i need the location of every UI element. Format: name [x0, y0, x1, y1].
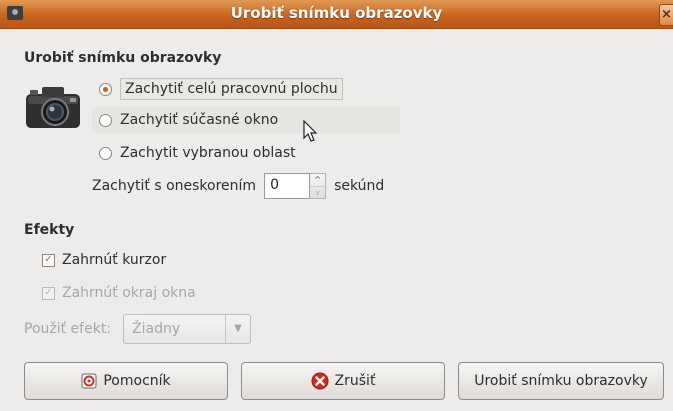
apply-effect-label: Použiť efekt:: [24, 321, 112, 337]
camera-icon: [26, 87, 80, 128]
include-pointer-checkbox-row[interactable]: ✓ Zahrnúť kurzor: [42, 248, 166, 272]
cancel-icon: [311, 372, 329, 390]
include-pointer-checkbox[interactable]: ✓: [42, 253, 55, 267]
spin-up-icon[interactable]: ^: [310, 174, 325, 186]
radio-button[interactable]: [99, 113, 112, 127]
delay-label: Zachytiť s oneskorením: [92, 178, 257, 194]
include-border-checkbox: ✓: [42, 286, 55, 300]
take-screenshot-button-label: Urobiť snímku obrazovky: [474, 373, 648, 389]
delay-spin-input[interactable]: 0: [264, 173, 311, 199]
include-border-label: Zahrnúť okraj okna: [62, 285, 196, 301]
radio-label: Zachytit vybranou oblast: [120, 145, 296, 161]
radio-option-whole-desktop[interactable]: Zachytiť celú pracovnú plochu: [99, 76, 343, 102]
effects-section-heading: Efekty: [24, 222, 75, 238]
spin-down-icon[interactable]: v: [310, 186, 326, 199]
include-pointer-label: Zahrnúť kurzor: [62, 252, 167, 268]
chevron-down-icon: ▼: [225, 315, 250, 343]
radio-label: Zachytiť súčasné okno: [120, 112, 279, 128]
cancel-button[interactable]: Zrušiť: [241, 362, 445, 400]
effect-combo-value: Žiadny: [132, 321, 181, 337]
mouse-pointer-icon: [303, 120, 318, 142]
radio-label: Zachytiť celú pracovnú plochu: [120, 78, 343, 100]
window-title: Urobiť snímku obrazovky: [230, 4, 443, 22]
capture-section-heading: Urobiť snímku obrazovky: [24, 50, 222, 66]
effect-combo: Žiadny ▼: [123, 314, 252, 344]
title-bar: Urobiť snímku obrazovky ×: [0, 0, 673, 29]
help-icon: [81, 373, 97, 389]
radio-option-current-window[interactable]: Zachytiť súčasné okno: [99, 107, 278, 133]
radio-option-selected-area[interactable]: Zachytit vybranou oblast: [99, 140, 296, 166]
delay-unit-label: sekúnd: [334, 178, 385, 194]
apply-effect-row: Použiť efekt: Žiadny ▼: [24, 313, 252, 345]
radio-button[interactable]: [99, 82, 112, 96]
help-button[interactable]: Pomocník: [24, 362, 228, 400]
delay-row: Zachytiť s oneskorením 0 ^ v sekúnd: [92, 172, 384, 200]
include-border-checkbox-row: ✓ Zahrnúť okraj okna: [42, 281, 196, 305]
close-icon[interactable]: ×: [659, 4, 673, 26]
radio-button[interactable]: [99, 146, 112, 160]
cancel-button-label: Zrušiť: [334, 373, 376, 389]
help-button-label: Pomocník: [103, 373, 171, 389]
take-screenshot-button[interactable]: Urobiť snímku obrazovky: [458, 362, 664, 400]
delay-spin-buttons[interactable]: ^ v: [310, 173, 327, 199]
